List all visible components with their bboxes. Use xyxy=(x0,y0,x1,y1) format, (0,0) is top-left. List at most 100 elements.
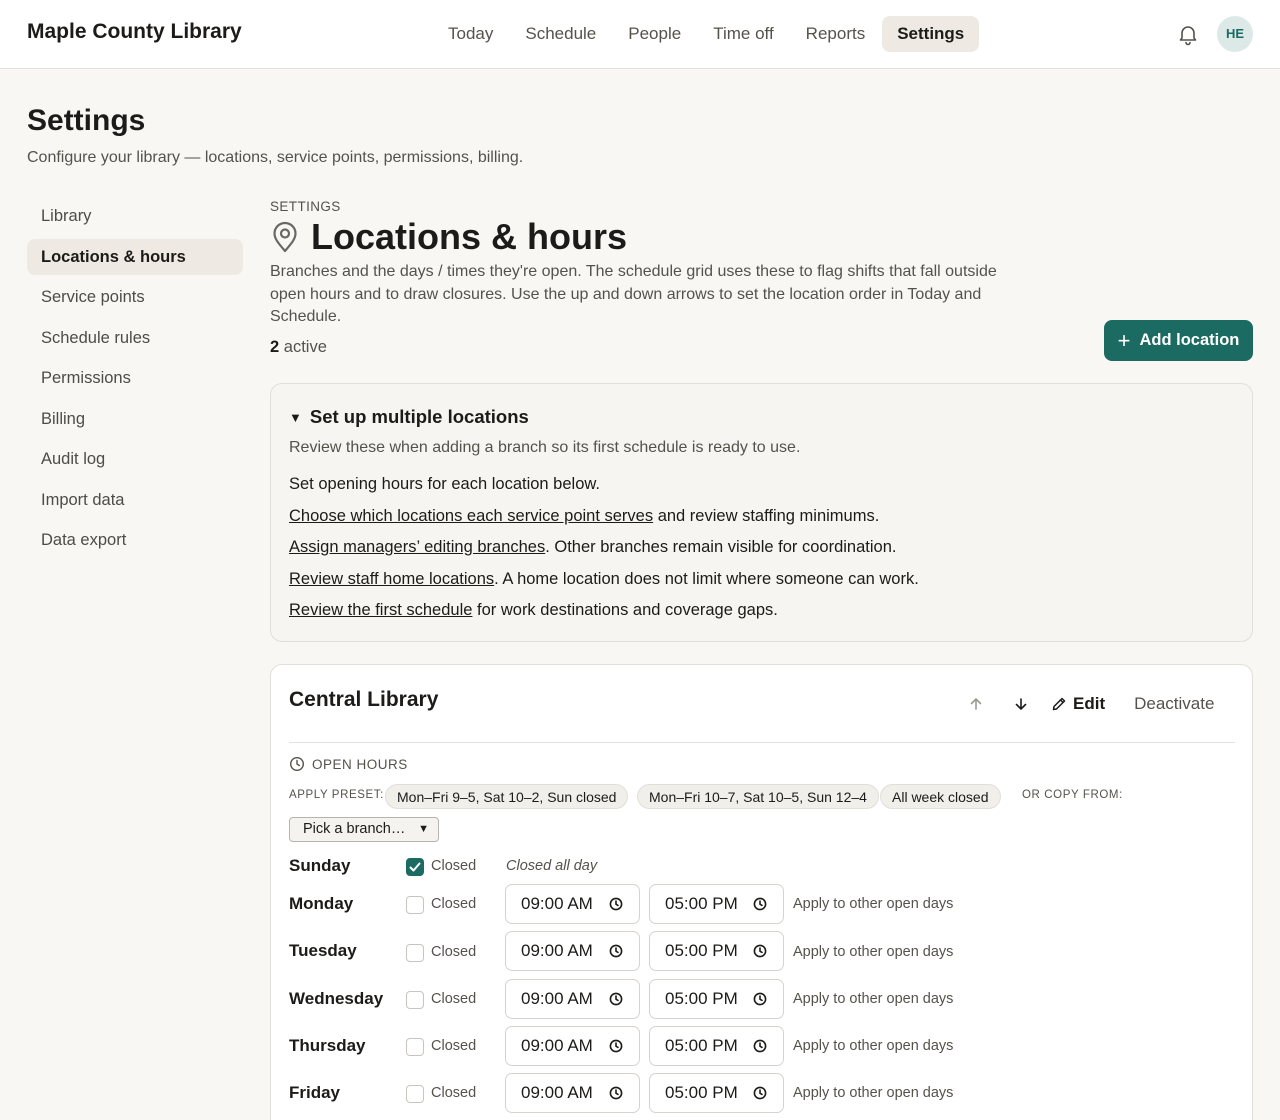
location-actions: Edit Deactivate xyxy=(961,689,1214,719)
closed-label: Closed xyxy=(431,858,477,874)
open-time-value: 09:00 AM xyxy=(521,1083,593,1102)
day-label: Friday xyxy=(289,1083,341,1102)
section-title-row: Locations & hours xyxy=(270,216,627,258)
open-time-input[interactable]: 09:00 AM xyxy=(505,979,640,1019)
clock-icon xyxy=(753,1086,767,1100)
clock-icon xyxy=(753,944,767,958)
add-location-button[interactable]: + Add location xyxy=(1104,320,1253,361)
setup-step: Review the first schedule for work desti… xyxy=(289,601,778,620)
clock-icon xyxy=(289,756,305,772)
apply-to-other-days[interactable]: Apply to other open days xyxy=(793,1085,953,1101)
sidebar-item-schedule-rules[interactable]: Schedule rules xyxy=(27,320,243,356)
setup-step-link[interactable]: Review staff home locations xyxy=(289,570,494,588)
nav-today[interactable]: Today xyxy=(433,16,508,52)
arrow-down-icon xyxy=(1015,698,1027,710)
open-time-input[interactable]: 09:00 AM xyxy=(505,1026,640,1066)
sidebar-item-import-data[interactable]: Import data xyxy=(27,482,243,518)
closed-label: Closed xyxy=(431,896,477,912)
clock-icon xyxy=(753,897,767,911)
clock-icon xyxy=(609,1039,623,1053)
open-hours-label: OPEN HOURS xyxy=(312,756,408,772)
setup-step-link[interactable]: Assign managers’ editing branches xyxy=(289,538,545,556)
nav-people[interactable]: People xyxy=(613,16,696,52)
section-title: Locations & hours xyxy=(311,216,628,257)
nav-schedule[interactable]: Schedule xyxy=(510,16,611,52)
main-nav: Today Schedule People Time off Reports S… xyxy=(433,16,981,52)
sidebar-item-permissions[interactable]: Permissions xyxy=(27,360,243,396)
setup-step: Review staff home locations. A home loca… xyxy=(289,570,919,589)
setup-subtitle: Review these when adding a branch so its… xyxy=(289,439,801,456)
close-time-input[interactable]: 05:00 PM xyxy=(649,979,784,1019)
day-label: Sunday xyxy=(289,856,351,875)
clock-icon xyxy=(609,897,623,911)
setup-step-text: . Other branches remain visible for coor… xyxy=(545,538,897,556)
active-count-label: active xyxy=(283,338,327,356)
open-time-input[interactable]: 09:00 AM xyxy=(505,1073,640,1113)
sidebar-item-library[interactable]: Library xyxy=(27,198,243,234)
section-eyebrow: SETTINGS xyxy=(270,199,341,214)
edit-button[interactable]: Edit xyxy=(1051,694,1105,714)
closed-checkbox[interactable] xyxy=(406,944,424,962)
chevron-down-icon: ▼ xyxy=(418,823,429,835)
sidebar-item-billing[interactable]: Billing xyxy=(27,401,243,437)
user-avatar[interactable]: HE xyxy=(1217,16,1253,52)
bell-icon[interactable] xyxy=(1176,22,1200,46)
setup-step-link[interactable]: Choose which locations each service poin… xyxy=(289,507,653,525)
closed-checkbox[interactable] xyxy=(406,991,424,1009)
open-time-input[interactable]: 09:00 AM xyxy=(505,884,640,924)
preset-chip[interactable]: Mon–Fri 10–7, Sat 10–5, Sun 12–4 xyxy=(637,784,879,809)
apply-to-other-days[interactable]: Apply to other open days xyxy=(793,896,953,912)
plus-icon: + xyxy=(1117,327,1131,353)
preset-chip[interactable]: Mon–Fri 9–5, Sat 10–2, Sun closed xyxy=(385,784,629,809)
copy-from-label: OR COPY FROM: xyxy=(1022,789,1123,801)
closed-label: Closed xyxy=(431,991,477,1007)
page-title: Settings xyxy=(27,104,146,137)
apply-to-other-days[interactable]: Apply to other open days xyxy=(793,1038,953,1054)
settings-sidebar: Library Locations & hours Service points… xyxy=(27,198,243,563)
closed-checkbox[interactable] xyxy=(406,1085,424,1103)
nav-reports[interactable]: Reports xyxy=(791,16,881,52)
sidebar-item-data-export[interactable]: Data export xyxy=(27,522,243,558)
apply-to-other-days[interactable]: Apply to other open days xyxy=(793,944,953,960)
closed-checkbox[interactable] xyxy=(406,1038,424,1056)
closed-label: Closed xyxy=(431,944,477,960)
close-time-input[interactable]: 05:00 PM xyxy=(649,884,784,924)
sidebar-item-service-points[interactable]: Service points xyxy=(27,279,243,315)
sidebar-item-audit-log[interactable]: Audit log xyxy=(27,441,243,477)
close-time-input[interactable]: 05:00 PM xyxy=(649,1026,784,1066)
open-hours-heading: OPEN HOURS xyxy=(289,756,408,772)
active-count: 2 active xyxy=(270,338,327,357)
move-up-button[interactable] xyxy=(961,689,991,719)
close-time-value: 05:00 PM xyxy=(665,1036,738,1055)
setup-step: Assign managers’ editing branches. Other… xyxy=(289,538,896,557)
preset-chip[interactable]: All week closed xyxy=(880,784,1001,809)
open-time-value: 09:00 AM xyxy=(521,1036,593,1055)
setup-intro: Set opening hours for each location belo… xyxy=(289,475,600,493)
move-down-button[interactable] xyxy=(1006,689,1036,719)
apply-to-other-days[interactable]: Apply to other open days xyxy=(793,991,953,1007)
nav-time-off[interactable]: Time off xyxy=(698,16,788,52)
clock-icon xyxy=(609,1086,623,1100)
close-time-value: 05:00 PM xyxy=(665,894,738,913)
pencil-icon xyxy=(1052,697,1066,711)
close-time-input[interactable]: 05:00 PM xyxy=(649,931,784,971)
close-time-value: 05:00 PM xyxy=(665,1083,738,1102)
add-location-label: Add location xyxy=(1139,331,1240,349)
setup-panel: ▼ Set up multiple locations Review these… xyxy=(270,383,1253,642)
nav-settings[interactable]: Settings xyxy=(882,16,980,52)
section-description: Branches and the days / times they're op… xyxy=(270,263,997,325)
copy-branch-select[interactable]: Pick a branch… ▼ xyxy=(289,817,439,842)
setup-toggle[interactable]: ▼ Set up multiple locations xyxy=(289,406,529,428)
closed-checkbox[interactable] xyxy=(406,858,424,876)
close-time-value: 05:00 PM xyxy=(665,989,738,1008)
setup-step-link[interactable]: Review the first schedule xyxy=(289,601,472,619)
clock-icon xyxy=(609,992,623,1006)
closed-checkbox[interactable] xyxy=(406,896,424,914)
setup-title: Set up multiple locations xyxy=(309,406,529,427)
day-label: Tuesday xyxy=(289,941,357,960)
sidebar-item-locations-hours[interactable]: Locations & hours xyxy=(27,238,243,275)
open-time-input[interactable]: 09:00 AM xyxy=(505,931,640,971)
closed-all-day-note: Closed all day xyxy=(506,858,598,874)
close-time-input[interactable]: 05:00 PM xyxy=(649,1073,784,1113)
deactivate-button[interactable]: Deactivate xyxy=(1134,694,1214,714)
